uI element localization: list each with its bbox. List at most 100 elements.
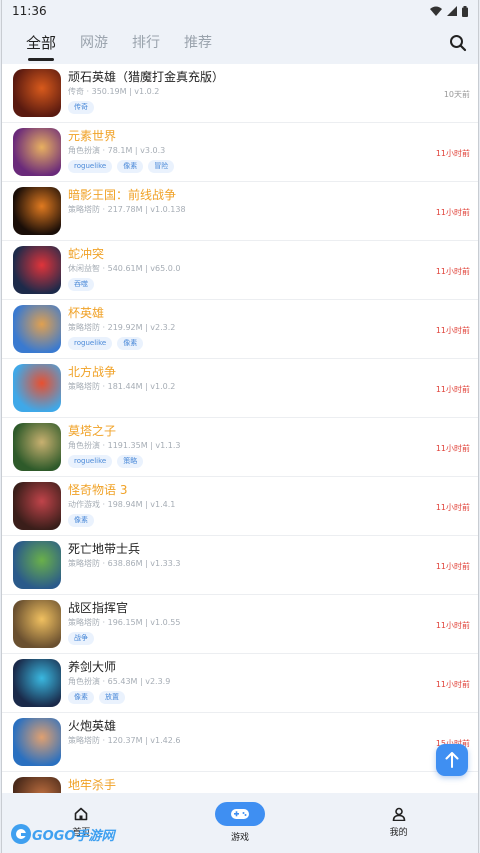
game-name: 暗影王国：前线战争 <box>68 188 177 202</box>
game-info: 地牢杀手 <box>68 777 478 793</box>
gogo-logo-icon <box>11 824 31 844</box>
list-item[interactable]: 顽石英雄（猎魔打金真充版） 传奇 · 350.19M | v1.0.2 传奇 10天前 <box>2 64 478 123</box>
game-meta: 策略塔防 · 219.92M | v2.3.2 <box>68 323 176 332</box>
game-info: 暗影王国：前线战争 策略塔防 · 217.78M | v1.0.138 <box>68 187 478 216</box>
nav-games[interactable]: 游戏 <box>161 793 320 853</box>
list-item[interactable]: 北方战争 策略塔防 · 181.44M | v1.0.2 11小时前 <box>2 359 478 418</box>
tab-2[interactable]: 排行 <box>132 22 160 64</box>
game-info: 莫塔之子角色扮演 · 1191.35M | v1.1.3 roguelike 策略 <box>68 423 478 468</box>
update-time: 11小时前 <box>435 149 470 158</box>
game-tags: 战争 <box>68 632 478 645</box>
game-name: 地牢杀手 <box>68 778 117 792</box>
game-tag[interactable]: roguelike <box>68 455 113 468</box>
game-tags: roguelike 像素 冒险 <box>68 160 478 173</box>
game-tag[interactable]: 吞噬 <box>68 278 94 291</box>
tab-1[interactable]: 网游 <box>80 22 108 64</box>
game-tag[interactable]: roguelike <box>68 160 113 173</box>
nav-games-label: 游戏 <box>231 833 250 843</box>
list-item[interactable]: 莫塔之子角色扮演 · 1191.35M | v1.1.3 roguelike 策略 1… <box>2 418 478 477</box>
game-name: 顽石英雄（猎魔打金真充版） <box>68 70 225 84</box>
list-item[interactable]: 怪奇物语 3 动作游戏 · 198.94M | v1.4.1 像素 11小时前 <box>2 477 478 536</box>
list-item[interactable]: 养剑大师 角色扮演 · 65.43M | v2.3.9 像素 放置 11小时前 <box>2 654 478 713</box>
nav-profile[interactable]: 我的 <box>319 793 478 853</box>
game-info: 怪奇物语 3 动作游戏 · 198.94M | v1.4.1 像素 <box>68 482 478 527</box>
update-time: 11小时前 <box>435 267 470 276</box>
watermark-logo: GOGO手游网 <box>10 822 114 846</box>
shadow-kingdom-icon <box>13 187 61 235</box>
game-info: 养剑大师角色扮演 · 65.43M | v2.3.9 像素 放置 <box>68 659 478 704</box>
game-meta: 角色扮演 · 1191.35M | v1.1.3 <box>68 441 181 450</box>
game-tag[interactable]: 像素 <box>117 337 144 350</box>
game-name: 元素世界 <box>68 129 117 143</box>
update-time: 10天前 <box>443 90 470 99</box>
status-bar: 11:36 <box>2 0 478 22</box>
list-item[interactable]: 蛇冲突 休闲益智 · 540.61M | v65.0.0 吞噬 11小时前 <box>2 241 478 300</box>
update-time: 11小时前 <box>435 208 470 217</box>
top-tab-bar: 全部 网游 排行 推荐 <box>2 22 478 64</box>
game-name: 死亡地带士兵 <box>68 542 141 556</box>
watermark-text: GOGO手游网 <box>32 828 115 844</box>
game-tag[interactable]: 战争 <box>68 632 94 645</box>
list-item[interactable]: 战区指挥官 策略塔防 · 196.15M | v1.0.55 战争 11小时前 <box>2 595 478 654</box>
update-time: 11小时前 <box>435 326 470 335</box>
heroes-icon <box>13 69 61 117</box>
game-info: 战区指挥官策略塔防 · 196.15M | v1.0.55 战争 <box>68 600 478 645</box>
children-of-morta-icon <box>13 423 61 471</box>
game-meta: 策略塔防 · 181.44M | v1.0.2 <box>68 382 176 391</box>
list-item[interactable]: 暗影王国：前线战争 策略塔防 · 217.78M | v1.0.138 11小时前 <box>2 182 478 241</box>
nav-profile-label: 我的 <box>389 828 408 838</box>
game-tags: 吞噬 <box>68 278 478 291</box>
north-war-icon <box>13 364 61 412</box>
update-time: 11小时前 <box>435 503 470 512</box>
game-tag[interactable]: 像素 <box>117 160 144 173</box>
signal-icon <box>447 6 457 16</box>
list-item[interactable]: 火炮英雄策略塔防 · 120.37M | v1.42.615小时前 <box>2 713 478 772</box>
tab-3[interactable]: 推荐 <box>184 22 212 64</box>
game-info: 顽石英雄（猎魔打金真充版） 传奇 · 350.19M | v1.0.2 传奇 <box>68 69 478 114</box>
update-time: 11小时前 <box>435 444 470 453</box>
user-icon <box>392 807 405 821</box>
game-tag[interactable]: 放置 <box>99 691 125 704</box>
game-tags: 像素 <box>68 514 478 527</box>
game-tags: roguelike 策略 <box>68 455 478 468</box>
game-meta: 传奇 · 350.19M | v1.0.2 <box>68 87 160 96</box>
cannon-hero-icon <box>13 718 61 766</box>
battery-icon <box>462 5 468 17</box>
list-item[interactable]: 元素世界 角色扮演 · 78.1M | v3.0.3 roguelike 像素 冒险 11… <box>2 123 478 182</box>
game-name: 养剑大师 <box>68 660 117 674</box>
game-meta: 角色扮演 · 65.43M | v2.3.9 <box>68 677 171 686</box>
gamepad-icon <box>231 809 249 819</box>
snake-icon <box>13 246 61 294</box>
home-icon <box>75 807 88 821</box>
game-tag[interactable]: 冒险 <box>148 160 175 173</box>
list-item[interactable]: 杯英雄策略塔防 · 219.92M | v2.3.2 roguelike 像素 11小… <box>2 300 478 359</box>
game-name: 莫塔之子 <box>68 424 117 438</box>
game-tag[interactable]: 像素 <box>68 691 94 704</box>
wifi-icon <box>430 6 442 16</box>
tab-0[interactable]: 全部 <box>26 22 56 64</box>
status-icons <box>430 5 468 17</box>
game-info: 杯英雄策略塔防 · 219.92M | v2.3.2 roguelike 像素 <box>68 305 478 350</box>
update-time: 11小时前 <box>435 562 470 571</box>
sword-master-icon <box>13 659 61 707</box>
game-info: 死亡地带士兵 策略塔防 · 638.86M | v1.33.3 <box>68 541 478 570</box>
game-tag[interactable]: 策略 <box>117 455 144 468</box>
game-name: 战区指挥官 <box>68 601 129 615</box>
game-tags: 像素 放置 <box>68 691 478 704</box>
scroll-top-button[interactable] <box>436 744 468 776</box>
game-info: 火炮英雄 策略塔防 · 120.37M | v1.42.6 <box>68 718 478 747</box>
update-time: 11小时前 <box>435 385 470 394</box>
arrow-up-icon <box>445 752 459 768</box>
game-tag[interactable]: roguelike <box>68 337 113 350</box>
game-tags: roguelike 像素 <box>68 337 478 350</box>
game-meta: 策略塔防 · 120.37M | v1.42.6 <box>68 736 181 745</box>
game-name: 杯英雄 <box>68 306 105 320</box>
dead-zone-soldier-icon <box>13 541 61 589</box>
game-tag[interactable]: 传奇 <box>68 101 94 114</box>
app-frame: 11:36 全部 网游 排行 推荐 顽石英雄（猎魔打金真充版） 传奇 · 350.19M… <box>1 0 479 853</box>
list-item[interactable]: 死亡地带士兵 策略塔防 · 638.86M | v1.33.3 11小时前 <box>2 536 478 595</box>
search-icon[interactable] <box>448 33 468 53</box>
game-meta: 策略塔防 · 196.15M | v1.0.55 <box>68 618 181 627</box>
game-tag[interactable]: 像素 <box>68 514 94 527</box>
game-name: 怪奇物语 3 <box>68 483 128 497</box>
